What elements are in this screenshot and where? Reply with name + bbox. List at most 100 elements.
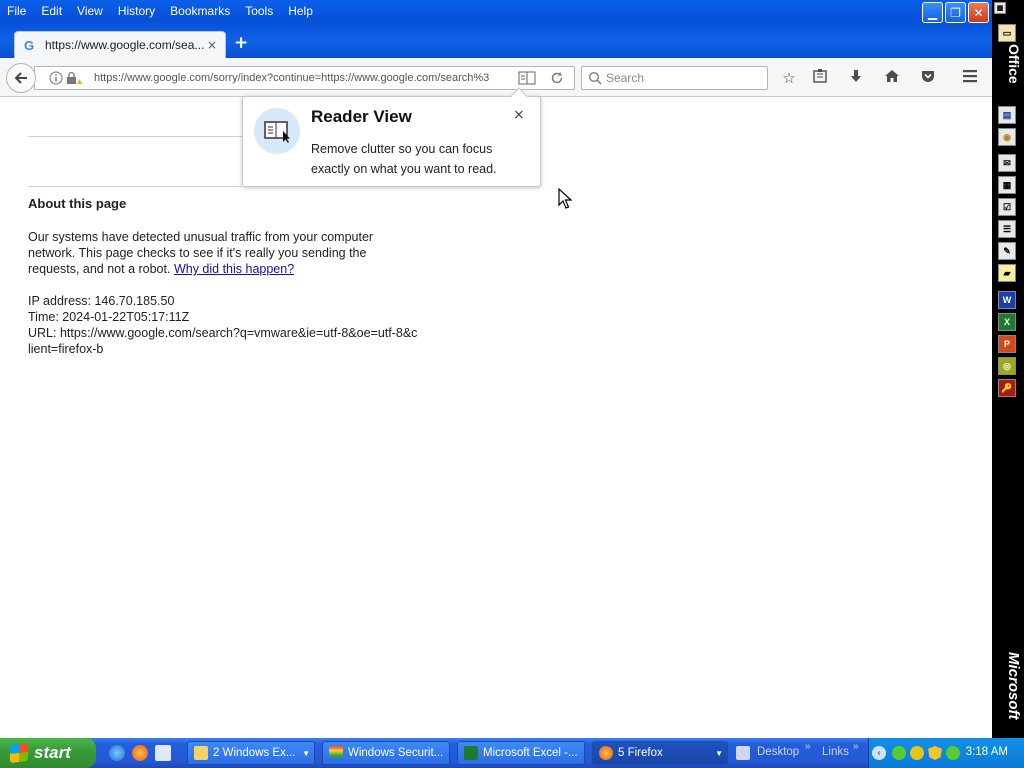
new-appointment-icon[interactable]: ▦	[998, 176, 1016, 194]
reader-view-illustration-icon	[254, 108, 300, 154]
google-favicon-icon: G	[24, 38, 34, 52]
minimize-button[interactable]: ▁	[922, 2, 943, 23]
restore-button[interactable]: ❐	[945, 2, 966, 23]
search-bar[interactable]: Search	[581, 66, 768, 90]
navigation-toolbar: https://www.google.com/sorry/index?conti…	[0, 58, 992, 97]
desktop-chevron-icon[interactable]: »	[805, 741, 811, 752]
word-icon[interactable]: W	[998, 291, 1016, 309]
new-office-document-icon[interactable]: ▤	[998, 106, 1016, 124]
security-shield-icon	[329, 746, 343, 760]
menu-view[interactable]: View	[70, 2, 111, 20]
links-toolbar-label[interactable]: Links	[822, 746, 849, 758]
url-bar[interactable]: https://www.google.com/sorry/index?conti…	[34, 66, 575, 90]
show-desktop-icon[interactable]	[155, 745, 171, 761]
request-details: IP address: 146.70.185.50 Time: 2024-01-…	[28, 293, 418, 357]
pocket-icon[interactable]	[918, 68, 938, 88]
start-button[interactable]: start	[0, 738, 96, 768]
menu-history[interactable]: History	[111, 2, 163, 20]
ip-address: IP address: 146.70.185.50	[28, 294, 175, 308]
office-folder-icon[interactable]: ▭	[998, 24, 1016, 42]
task-label: 2 Windows Ex...	[213, 747, 296, 759]
clock[interactable]: 3:18 AM	[966, 746, 1008, 758]
close-icon: ✕	[973, 5, 984, 20]
folder-icon	[194, 746, 208, 760]
hamburger-menu-icon[interactable]	[960, 68, 980, 88]
desktop-toolbar-label[interactable]: Desktop	[757, 746, 799, 758]
tray-app-icon-1[interactable]	[892, 746, 906, 760]
page-content: About this page Our systems have detecte…	[0, 98, 992, 738]
downloads-icon[interactable]	[846, 68, 866, 88]
close-window-button[interactable]: ✕	[968, 2, 989, 23]
bookmark-star-icon[interactable]: ☆	[779, 68, 799, 88]
task-label: Windows Securit...	[348, 747, 444, 759]
excel-icon[interactable]: X	[998, 313, 1016, 331]
start-label: start	[34, 743, 71, 762]
task-label: Microsoft Excel -...	[483, 747, 578, 759]
back-button[interactable]	[6, 63, 36, 93]
menu-file[interactable]: File	[0, 2, 34, 20]
group-arrow-icon: ▼	[715, 748, 723, 758]
open-office-document-icon[interactable]: ◉	[998, 128, 1016, 146]
reader-view-icon[interactable]	[518, 71, 536, 85]
publisher-icon[interactable]: ◎	[998, 357, 1016, 375]
search-icon	[588, 71, 602, 85]
back-arrow-icon	[14, 72, 27, 84]
system-tray: ‹ 3:18 AM	[868, 738, 1024, 768]
info-icon[interactable]	[49, 71, 63, 85]
about-heading: About this page	[28, 196, 127, 211]
powerpoint-icon[interactable]: P	[998, 335, 1016, 353]
menu-edit[interactable]: Edit	[34, 2, 70, 20]
tray-shield-icon[interactable]	[928, 746, 942, 760]
new-message-icon[interactable]: ✉	[998, 154, 1016, 172]
excel-task-icon	[464, 746, 478, 760]
popup-description: Remove clutter so you can focus exactly …	[311, 142, 497, 176]
new-tab-button[interactable]: +	[234, 33, 248, 53]
menu-bookmarks[interactable]: Bookmarks	[163, 2, 238, 20]
search-placeholder: Search	[606, 71, 645, 85]
minimize-icon: ▁	[927, 5, 938, 20]
task-windows-explorer[interactable]: 2 Windows Ex... ▼	[187, 741, 315, 765]
divider-middle	[28, 186, 242, 187]
tab-close-icon[interactable]: ×	[207, 38, 217, 52]
links-chevron-icon[interactable]: »	[853, 741, 859, 752]
tab-google[interactable]: G https://www.google.com/sea... ×	[14, 31, 226, 58]
office-menu-icon[interactable]: ▦	[994, 2, 1006, 14]
new-note-icon[interactable]: ▰	[998, 264, 1016, 282]
firefox-task-icon	[599, 746, 613, 760]
reload-icon[interactable]	[550, 71, 564, 85]
desktop-toolbar-icon[interactable]	[736, 746, 750, 760]
firefox-quicklaunch-icon[interactable]	[132, 745, 148, 761]
title-bar: File Edit View History Bookmarks Tools H…	[0, 0, 992, 58]
why-did-this-happen-link[interactable]: Why did this happen?	[174, 262, 294, 276]
tray-app-icon-2[interactable]	[910, 746, 924, 760]
tray-expand-icon[interactable]: ‹	[872, 746, 886, 760]
task-windows-security[interactable]: Windows Securit...	[322, 741, 450, 765]
tab-title: https://www.google.com/sea...	[45, 38, 205, 52]
unusual-traffic-text: Our systems have detected unusual traffi…	[28, 229, 418, 277]
menu-help[interactable]: Help	[281, 2, 321, 20]
popup-close-icon[interactable]: ×	[513, 107, 525, 123]
task-microsoft-excel[interactable]: Microsoft Excel -...	[457, 741, 585, 765]
reader-view-popup: Reader View Remove clutter so you can fo…	[242, 87, 541, 187]
access-icon[interactable]: 🔑	[998, 379, 1016, 397]
bookmarks-menu-icon[interactable]	[810, 68, 830, 88]
popup-title: Reader View	[311, 107, 412, 126]
windows-taskbar: start 2 Windows Ex... ▼ Windows Securit.…	[0, 738, 1024, 768]
new-contact-icon[interactable]: ☰	[998, 220, 1016, 238]
group-arrow-icon: ▼	[302, 748, 310, 758]
office-label: Office	[1006, 44, 1022, 84]
request-url: URL: https://www.google.com/search?q=vmw…	[28, 326, 418, 356]
new-task-icon[interactable]: ☑	[998, 198, 1016, 216]
home-icon[interactable]	[882, 68, 902, 88]
svg-text:G: G	[24, 38, 34, 52]
tray-app-icon-3[interactable]	[946, 746, 960, 760]
menu-bar: File Edit View History Bookmarks Tools H…	[0, 2, 321, 20]
menu-tools[interactable]: Tools	[238, 2, 281, 20]
firefox-window: File Edit View History Bookmarks Tools H…	[0, 0, 992, 738]
internet-explorer-icon[interactable]	[109, 745, 125, 761]
new-journal-icon[interactable]: ✎	[998, 242, 1016, 260]
url-text[interactable]: https://www.google.com/sorry/index?conti…	[94, 72, 518, 84]
task-firefox[interactable]: 5 Firefox ▼	[592, 741, 728, 765]
insecure-lock-icon[interactable]	[66, 71, 82, 85]
task-label: 5 Firefox	[618, 747, 663, 759]
